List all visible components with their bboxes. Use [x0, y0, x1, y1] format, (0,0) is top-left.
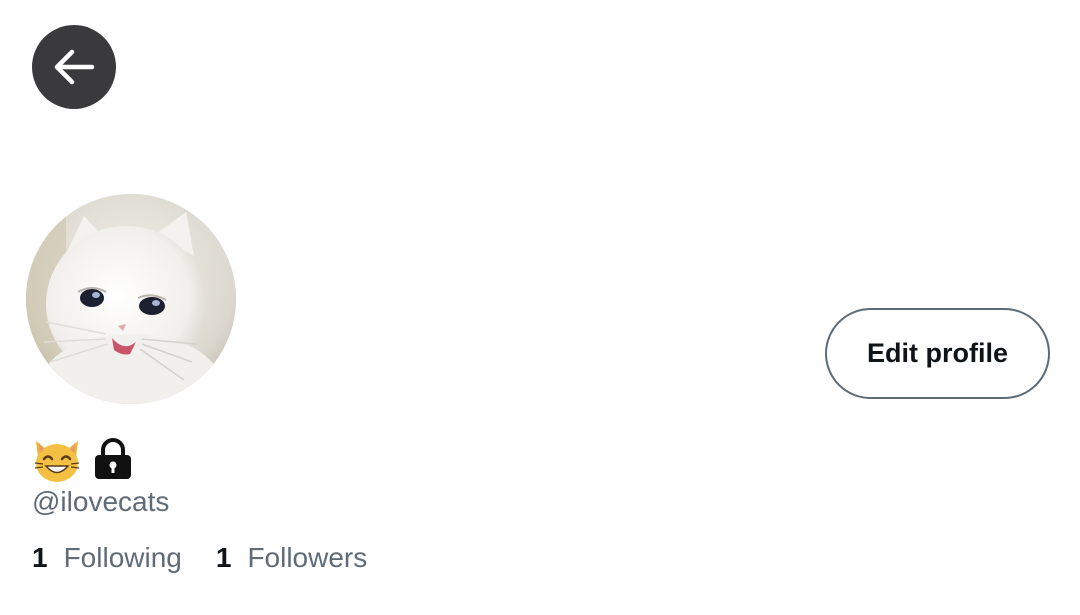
edit-profile-button[interactable]: Edit profile [825, 308, 1050, 399]
profile-page: Edit profile @ilovecats 1 Following 1 Fo… [0, 0, 1080, 615]
back-button[interactable] [32, 25, 116, 109]
following-count: 1 [32, 542, 48, 573]
grinning-cat-emoji [34, 441, 80, 482]
profile-handle: @ilovecats [32, 486, 170, 517]
followers-label: Followers [247, 542, 368, 573]
cat-photo-avatar [26, 194, 236, 404]
followers-count: 1 [215, 542, 232, 573]
lock-icon [95, 438, 131, 479]
following-label: Following [63, 542, 182, 573]
followers-link[interactable]: 1 Followers [216, 540, 367, 576]
profile-stats: 1 Following 1 Followers [32, 540, 367, 576]
display-name [32, 432, 134, 486]
following-link[interactable]: 1 Following [32, 540, 182, 576]
arrow-left-icon [54, 49, 95, 85]
avatar[interactable] [26, 194, 236, 404]
